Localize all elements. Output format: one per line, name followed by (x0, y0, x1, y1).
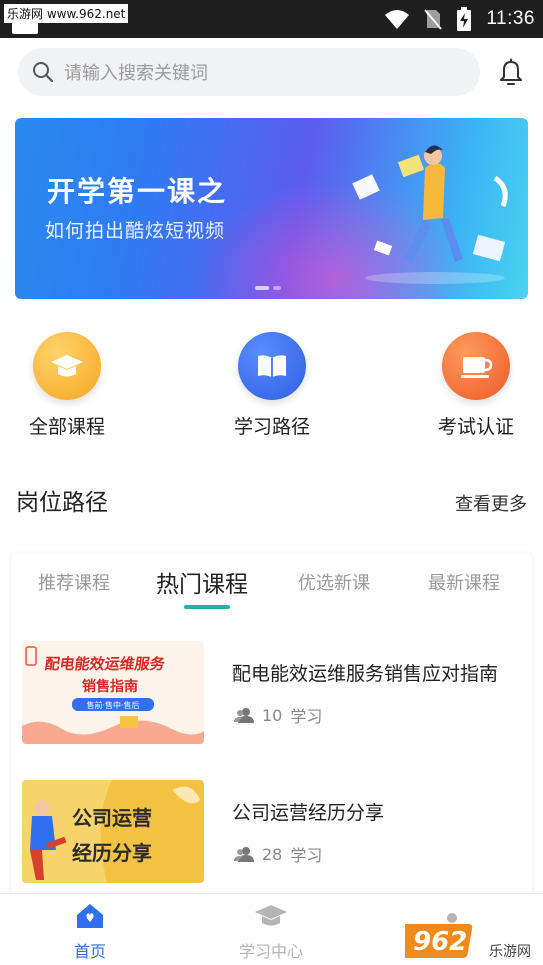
view-more-link[interactable]: 查看更多 (455, 490, 527, 516)
banner-dot[interactable] (273, 286, 281, 290)
course-item[interactable]: 公司运营 经历分享 公司运营经历分享 28 学习 (22, 780, 532, 890)
battery-charging-icon (457, 7, 472, 31)
quick-label: 学习路径 (233, 416, 310, 438)
section-title: 岗位路径 (16, 490, 108, 516)
tab-recommended[interactable]: 推荐课程 (38, 569, 110, 595)
banner-pager (255, 286, 281, 290)
learner-suffix: 学习 (290, 707, 323, 726)
learner-count: 28 (262, 844, 283, 864)
open-book-icon (238, 332, 306, 400)
banner-illustration (352, 145, 508, 284)
tab-popular[interactable]: 热门课程 (156, 565, 248, 599)
course-item[interactable]: 配电能效运维服务 销售指南 售前·售中·售后 配电能效运维服务销售应对指南 10… (22, 641, 532, 751)
site-watermark-logo: 962.NET 乐游网 (405, 913, 537, 960)
graduation-cap-icon (255, 905, 287, 926)
watermark-text: 乐游网 www.962.net (4, 4, 129, 23)
home-icon (77, 904, 103, 928)
cup-icon (442, 332, 510, 400)
course-meta: 10 学习 (234, 703, 322, 727)
tab-selected-new[interactable]: 优选新课 (298, 569, 370, 595)
course-thumbnail[interactable]: 配电能效运维服务 销售指南 售前·售中·售后 (22, 641, 204, 744)
promo-banner[interactable]: 开学第一课之 如何拍出酷炫短视频 (15, 118, 528, 299)
thumb-title-line1: 公司运营 (72, 806, 152, 830)
course-title: 配电能效运维服务销售应对指南 (232, 663, 499, 685)
users-icon (234, 708, 254, 723)
banner-title: 开学第一课之 (47, 175, 228, 208)
search-input[interactable]: 请输入搜索关键词 (18, 48, 480, 96)
quick-exam-cert[interactable]: 考试认证 (406, 332, 543, 439)
search-icon (33, 62, 54, 83)
quick-learning-path[interactable]: 学习路径 (202, 332, 342, 439)
thumb-title-line2: 经历分享 (72, 841, 152, 865)
nav-label: 首页 (73, 942, 106, 961)
no-sim-icon (424, 9, 443, 30)
banner-subtitle: 如何拍出酷炫短视频 (45, 220, 226, 242)
course-title: 公司运营经历分享 (232, 802, 385, 824)
graduation-cap-icon (33, 332, 101, 400)
learner-suffix: 学习 (290, 846, 323, 865)
banner-dot[interactable] (255, 286, 269, 290)
quick-all-courses[interactable]: 全部课程 (0, 332, 137, 439)
thumb-tag: 售前·售中·售后 (86, 700, 139, 710)
status-bar: 乐游网 www.962.net 11:36 (0, 0, 543, 38)
bell-icon[interactable] (496, 58, 526, 88)
watermark-box (12, 22, 38, 34)
watermark-logo-subtext: 乐游网 (489, 944, 531, 960)
nav-label: 学习中心 (238, 942, 303, 961)
nav-learning-center[interactable]: 学习中心 (211, 902, 331, 962)
course-thumbnail[interactable]: 公司运营 经历分享 (22, 780, 204, 883)
course-meta: 28 学习 (234, 842, 322, 866)
wifi-icon (385, 10, 410, 29)
status-icons: 11:36 (384, 0, 535, 38)
nav-home[interactable]: 首页 (30, 902, 150, 962)
users-icon (234, 847, 254, 862)
tab-latest[interactable]: 最新课程 (428, 569, 500, 595)
search-placeholder: 请输入搜索关键词 (64, 63, 208, 84)
active-tab-indicator (184, 605, 230, 609)
course-tabs: 推荐课程 热门课程 优选新课 最新课程 (11, 553, 532, 613)
thumb-title-line2: 销售指南 (82, 678, 138, 695)
quick-label: 全部课程 (28, 416, 105, 438)
clock: 11:36 (486, 8, 535, 29)
quick-label: 考试认证 (437, 416, 514, 438)
learner-count: 10 (262, 705, 283, 725)
thumb-title-line1: 配电能效运维服务 (44, 655, 167, 673)
